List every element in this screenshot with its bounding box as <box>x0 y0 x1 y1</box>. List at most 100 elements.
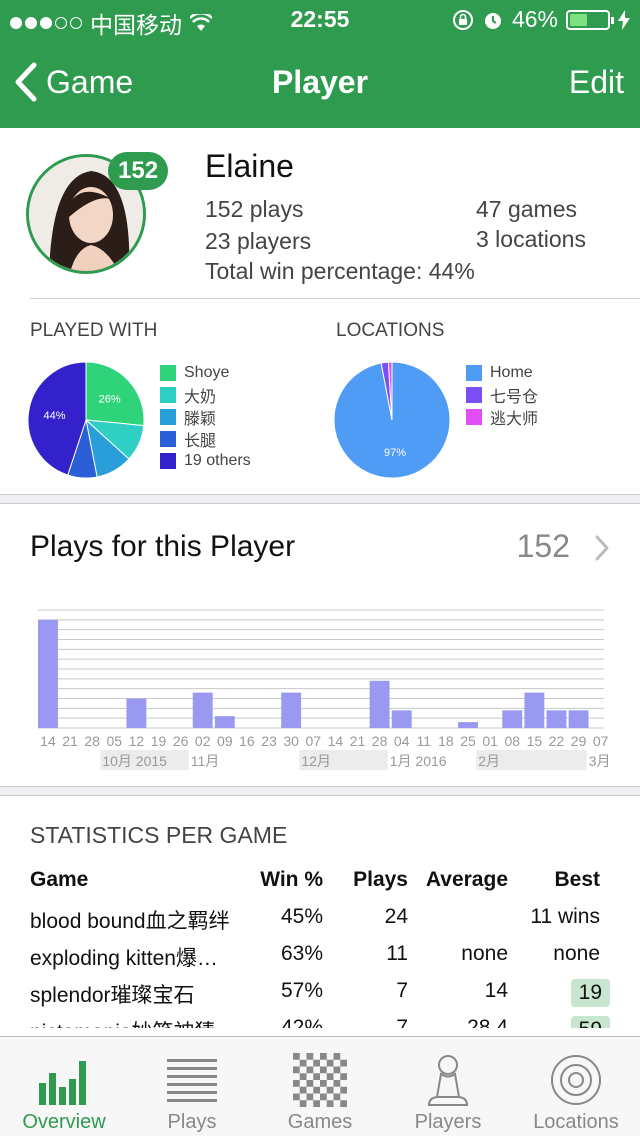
chevron-right-icon[interactable] <box>594 534 610 562</box>
checkerboard-icon <box>293 1053 347 1107</box>
tab-locations[interactable]: Locations <box>512 1037 640 1136</box>
cell-average: 14 <box>484 979 508 1002</box>
games-stat: 47 games <box>476 196 578 222</box>
x-tick-label: 25 <box>460 733 476 749</box>
x-tick-label: 04 <box>394 733 410 749</box>
status-bar: 中国移动 22:55 46% <box>0 0 640 40</box>
bar <box>546 710 567 728</box>
cell-best-highlighted: 19 <box>570 979 610 1007</box>
player-name: Elaine <box>205 148 294 184</box>
plays-bar-chart: 14 21 28 05 12 19 26 02 09 16 23 30 07 14 21 28 04 11 18 25… <box>38 609 611 770</box>
x-tick-label: 14 <box>40 733 56 749</box>
cell-plays: 11 <box>386 942 408 965</box>
x-tick-label: 28 <box>372 733 388 749</box>
stats-title: STATISTICS PER GAME <box>30 822 288 848</box>
bar <box>281 692 302 728</box>
tab-label: Players <box>414 1111 482 1133</box>
legend-item: Shoye <box>160 362 251 384</box>
legend-item: Home <box>466 362 538 384</box>
navigation-bar: Game Player Edit <box>0 40 640 128</box>
cell-average: none <box>461 942 508 965</box>
cell-game: pictomania妙笔神猜 <box>30 1016 245 1028</box>
x-tick-label: 16 <box>239 733 255 749</box>
cell-game: blood bound血之羁绊 <box>30 910 230 933</box>
table-row[interactable]: pictomania妙笔神猜 42% 7 28.4 59 <box>30 1010 610 1028</box>
players-stat: 23 players <box>205 228 312 254</box>
x-tick-label: 23 <box>261 733 277 749</box>
charging-bolt-icon <box>618 9 630 30</box>
cell-plays: 24 <box>384 905 408 928</box>
bar-chart-icon <box>39 1061 86 1105</box>
legend-swatch <box>466 365 482 381</box>
edit-button[interactable]: Edit <box>569 64 624 101</box>
bar <box>38 619 58 728</box>
alarm-icon <box>484 12 501 29</box>
legend-item: 逃大师 <box>466 406 538 428</box>
bar <box>369 680 390 728</box>
tab-label: Overview <box>22 1111 106 1133</box>
rotation-lock-icon <box>452 9 473 30</box>
bar <box>214 716 235 728</box>
legend-item: 七号仓 <box>466 384 538 406</box>
cell-win: 57% <box>280 979 323 1002</box>
plays-section-count: 152 <box>516 528 570 564</box>
plays-stat: 152 plays <box>205 196 304 222</box>
page-title: Player <box>271 64 369 100</box>
locations-label: LOCATIONS <box>336 320 445 341</box>
x-tick-label: 21 <box>350 733 366 749</box>
legend-item: 滕颖 <box>160 406 251 428</box>
x-tick-label: 09 <box>217 733 233 749</box>
x-tick-label: 08 <box>504 733 520 749</box>
tab-bar: Overview Plays Games Players Locations <box>0 1036 640 1136</box>
header-win: Win % <box>260 868 323 891</box>
tab-games[interactable]: Games <box>256 1037 384 1136</box>
legend-label: Home <box>490 364 533 381</box>
legend-swatch <box>160 365 176 381</box>
x-tick-label: 01 <box>482 733 498 749</box>
played-with-legend: Shoye 大奶 滕颖 长腿 19 others <box>160 362 251 472</box>
bar <box>126 698 147 728</box>
x-tick-label: 07 <box>305 733 321 749</box>
month-label: 12月 <box>301 753 331 769</box>
legend-swatch <box>160 453 176 469</box>
x-tick-label: 18 <box>438 733 454 749</box>
bar <box>568 710 589 728</box>
x-tick-label: 11 <box>417 733 432 749</box>
legend-swatch <box>466 387 482 403</box>
cell-game: splendor璀璨宝石 <box>30 984 195 1007</box>
legend-item: 大奶 <box>160 384 251 406</box>
x-tick-label: 19 <box>151 733 167 749</box>
legend-label: 大奶 <box>184 389 217 406</box>
legend-swatch <box>160 431 176 447</box>
table-row[interactable]: exploding kitten爆… 63% 11 none none <box>30 936 610 973</box>
player-profile: 152 Elaine 152 plays 23 players 47 games… <box>0 128 640 298</box>
bar <box>524 692 545 728</box>
cell-plays: 7 <box>396 979 408 1002</box>
section-separator <box>0 494 640 504</box>
bar <box>458 722 478 728</box>
legend-label: 长腿 <box>184 433 217 450</box>
tab-players[interactable]: Players <box>384 1037 512 1136</box>
locations-pie-chart: 97% <box>333 361 451 479</box>
win-percentage-stat: Total win percentage: 44% <box>205 258 475 284</box>
legend-item: 长腿 <box>160 428 251 450</box>
table-row[interactable]: blood bound血之羁绊 45% 24 11 wins <box>30 899 610 936</box>
bar <box>502 710 523 728</box>
locations-stat: 3 locations <box>476 226 586 252</box>
cell-win: 63% <box>280 942 323 965</box>
legend-swatch <box>466 409 482 425</box>
played-with-pie-chart: 26% 44% <box>27 361 145 479</box>
cell-best: none <box>553 942 600 965</box>
header-average: Average <box>425 868 508 891</box>
header-plays: Plays <box>353 868 408 891</box>
month-label: 11月 <box>191 753 220 769</box>
cell-game: exploding kitten爆… <box>30 947 218 970</box>
tab-plays[interactable]: Plays <box>128 1037 256 1136</box>
table-row[interactable]: splendor璀璨宝石 57% 7 14 19 <box>30 973 610 1010</box>
tab-overview[interactable]: Overview <box>0 1037 128 1136</box>
month-label: 1月 2016 <box>390 753 447 769</box>
month-label: 10月 2015 <box>102 753 167 769</box>
battery-icon <box>566 9 614 30</box>
x-tick-label: 14 <box>328 733 344 749</box>
legend-label: 19 others <box>184 452 251 469</box>
